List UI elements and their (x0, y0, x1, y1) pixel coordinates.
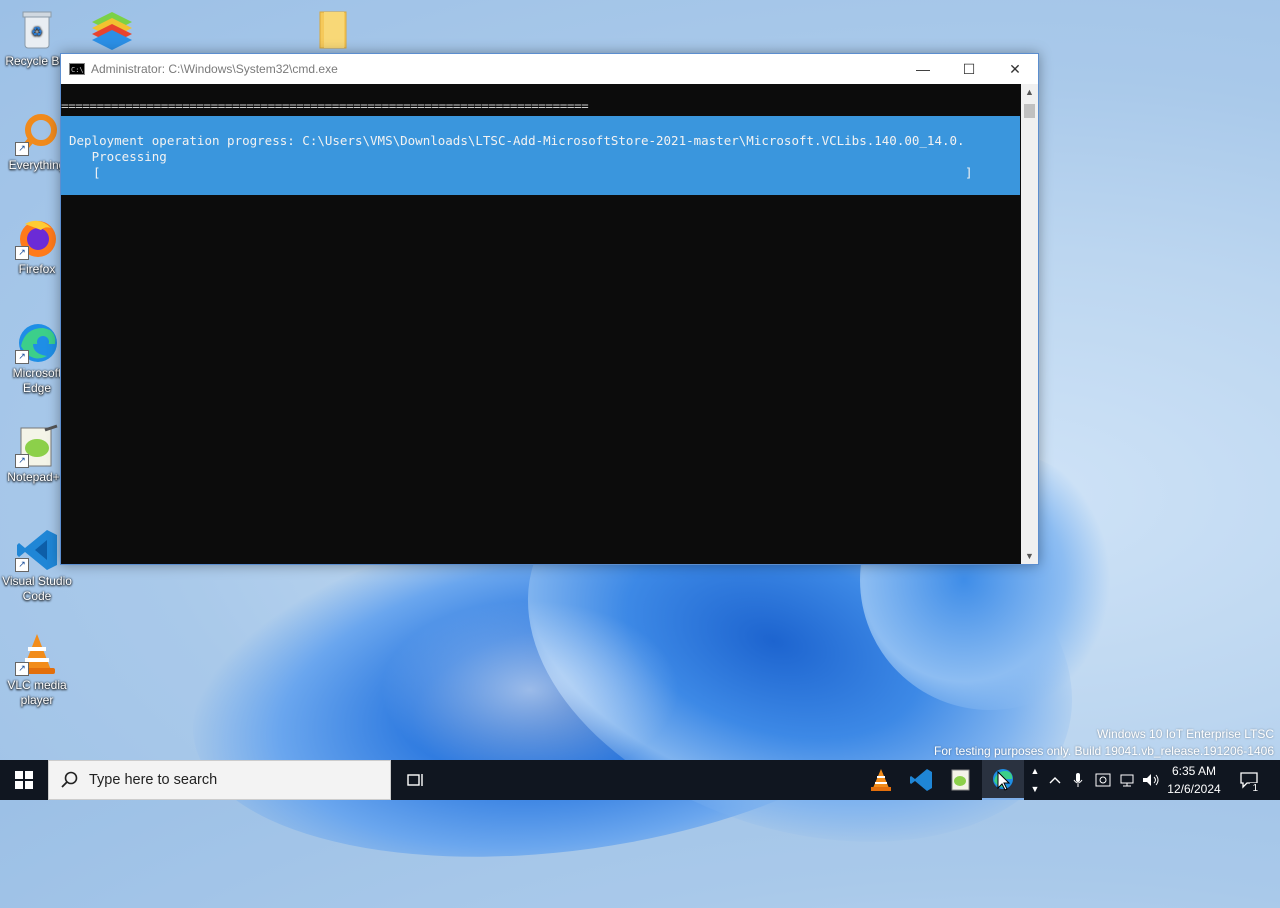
notification-count: 1 (1250, 783, 1260, 794)
notepadpp-icon (951, 769, 970, 791)
chevron-down-icon[interactable]: ▼ (1031, 784, 1040, 794)
search-placeholder: Type here to search (89, 772, 218, 788)
show-hidden-icons[interactable] (1046, 760, 1064, 800)
progress-bar-close: ] (965, 165, 973, 180)
progress-banner: Deployment operation progress: C:\Users\… (61, 116, 1020, 195)
taskbar-vlc[interactable] (862, 760, 900, 800)
progress-status: Processing (69, 149, 167, 164)
cmd-icon: C:\ (69, 63, 85, 75)
notepadpp-icon: ↗ (15, 424, 59, 468)
shortcut-arrow-icon: ↗ (15, 558, 29, 572)
vertical-scrollbar[interactable]: ▲ ▼ (1021, 84, 1038, 564)
bluestacks-icon[interactable] (88, 8, 136, 52)
taskbar-notepadpp[interactable] (942, 760, 980, 800)
vscode-icon (910, 769, 932, 791)
network-icon[interactable] (1116, 760, 1138, 800)
shortcut-arrow-icon: ↗ (15, 662, 29, 676)
cmd-window[interactable]: C:\ Administrator: C:\Windows\System32\c… (60, 53, 1039, 565)
desktop-icon-vlc[interactable]: ↗ VLC media player (0, 632, 74, 708)
caret-up-icon (1049, 777, 1061, 784)
watermark-build: For testing purposes only. Build 19041.v… (933, 744, 1274, 758)
volume-icon[interactable] (1140, 760, 1162, 800)
taskbar: Type here to search ▲ ▼ 6:35 AM 12/6/202… (0, 760, 1280, 800)
desktop-icon-label: Everything (8, 158, 66, 172)
recycle-bin-icon: ♻ (15, 8, 59, 52)
firefox-icon: ↗ (15, 216, 59, 260)
everything-icon: ↗ (15, 112, 59, 156)
taskbar-vscode[interactable] (902, 760, 940, 800)
desktop-icon-label: Visual Studio Code (2, 574, 72, 603)
shortcut-arrow-icon: ↗ (15, 454, 29, 468)
vlc-icon: ↗ (15, 632, 59, 676)
progress-bar-open: [ (93, 165, 101, 180)
taskbar-clock[interactable]: 6:35 AM 12/6/2024 (1162, 762, 1226, 798)
search-icon (61, 771, 78, 788)
separator-line: ========================================… (61, 98, 589, 113)
task-view-icon (407, 774, 423, 786)
svg-text:♻: ♻ (31, 24, 43, 39)
windows-logo-icon (15, 771, 33, 789)
security-icon[interactable] (1092, 760, 1114, 800)
desktop-icon-label: Notepad++ (7, 470, 67, 484)
clock-date: 12/6/2024 (1167, 782, 1221, 796)
task-view-button[interactable] (400, 760, 432, 800)
folder-icon[interactable] (318, 10, 350, 50)
close-button[interactable]: ✕ (992, 54, 1038, 84)
mouse-cursor-icon (997, 770, 1011, 796)
window-titlebar[interactable]: C:\ Administrator: C:\Windows\System32\c… (61, 54, 1038, 84)
microphone-icon[interactable] (1068, 760, 1088, 800)
taskbar-search-box[interactable]: Type here to search (48, 760, 391, 800)
edge-icon: ↗ (15, 320, 59, 364)
maximize-button[interactable]: ☐ (946, 54, 992, 84)
shortcut-arrow-icon: ↗ (15, 142, 29, 156)
vlc-icon (871, 769, 891, 791)
window-title: Administrator: C:\Windows\System32\cmd.e… (91, 62, 338, 76)
shortcut-arrow-icon: ↗ (15, 350, 29, 364)
scroll-up-icon[interactable]: ▲ (1021, 84, 1038, 100)
minimize-button[interactable]: — (900, 54, 946, 84)
desktop-icon-label: Firefox (18, 262, 56, 276)
shortcut-arrow-icon: ↗ (15, 246, 29, 260)
progress-title: Deployment operation progress: C:\Users\… (69, 133, 965, 148)
vscode-icon: ↗ (15, 528, 59, 572)
desktop-icon-label: VLC media player (7, 678, 67, 707)
watermark-edition: Windows 10 IoT Enterprise LTSC (1097, 727, 1274, 741)
scroll-down-icon[interactable]: ▼ (1021, 548, 1038, 564)
notification-center-button[interactable]: 1 (1236, 760, 1262, 800)
chevron-up-icon[interactable]: ▲ (1031, 766, 1040, 776)
console-output[interactable]: ========================================… (61, 84, 1020, 564)
taskbar-scroll[interactable]: ▲ ▼ (1026, 760, 1044, 800)
scroll-thumb[interactable] (1024, 104, 1035, 118)
desktop-icon-label: Microsoft Edge (12, 366, 62, 395)
start-button[interactable] (0, 760, 48, 800)
clock-time: 6:35 AM (1171, 764, 1217, 778)
